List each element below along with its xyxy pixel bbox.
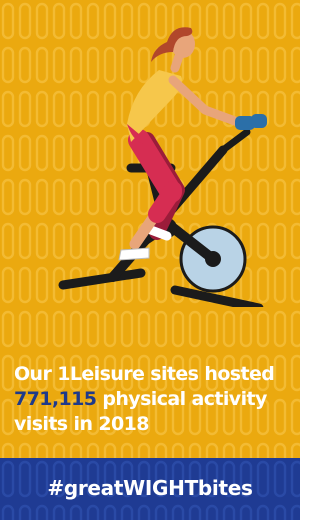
hashtag-text: #greatWIGHTbites [47, 476, 253, 500]
hashtag-footer: #greatWIGHTbites [0, 458, 300, 520]
illustration-panel: Our 1Leisure sites hosted 771,115 physic… [0, 0, 300, 458]
infographic-card: Our 1Leisure sites hosted 771,115 physic… [0, 0, 300, 520]
visits-count: 771,115 [14, 388, 97, 410]
caption-line-1: Our 1Leisure sites hosted [14, 363, 275, 385]
caption-line-2-rest: physical activity [96, 388, 267, 410]
woman-on-exercise-bike-icon [58, 27, 267, 307]
statistic-caption: Our 1Leisure sites hosted 771,115 physic… [14, 362, 290, 437]
caption-line-2: 771,115 physical activity [14, 387, 290, 412]
caption-line-3: visits in 2018 [14, 413, 149, 435]
